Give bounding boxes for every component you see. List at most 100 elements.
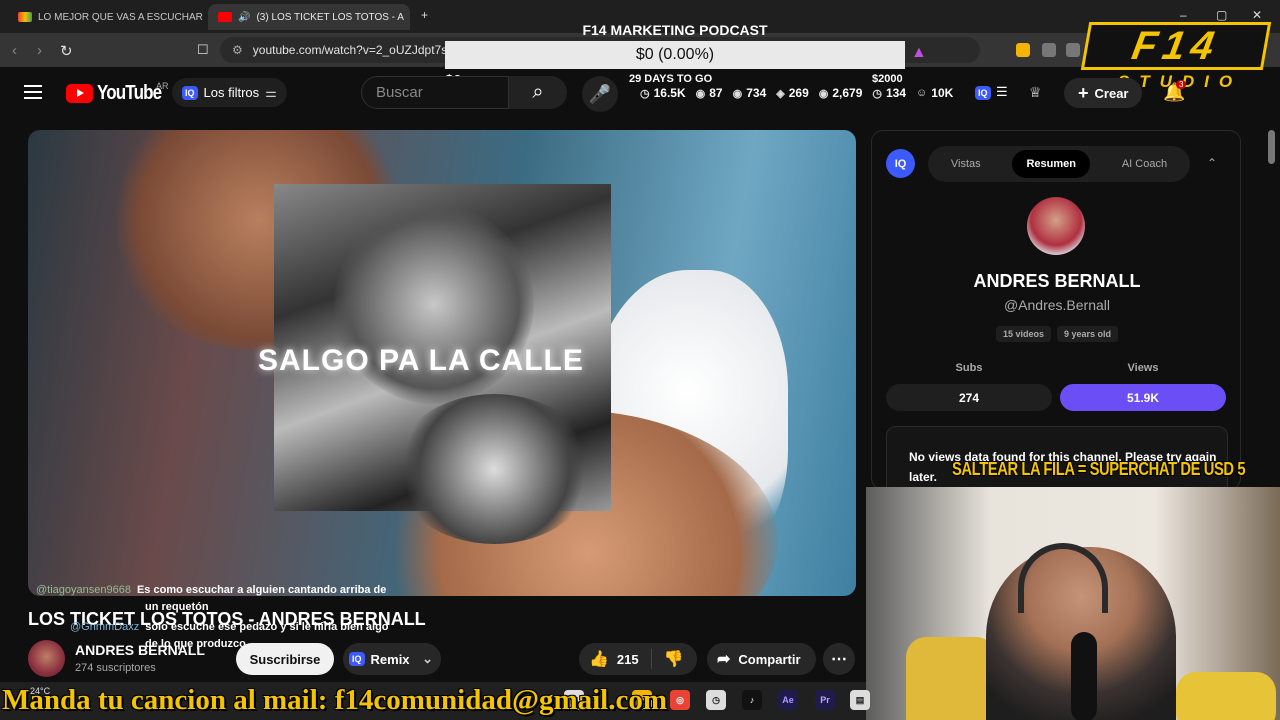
person-icon: ☺ — [916, 87, 928, 99]
thumbs-down-icon[interactable]: 👎 — [652, 649, 684, 669]
channel-name[interactable]: ANDRES BERNALL — [75, 642, 205, 658]
tiktok-icon[interactable]: ♪ — [742, 690, 762, 710]
back-icon[interactable]: ‹ — [12, 42, 17, 59]
calculator-icon[interactable]: ▤ — [850, 690, 870, 710]
chat-username: @tiagoyansen9668 — [36, 584, 131, 596]
goal-target: $2000 — [872, 73, 903, 85]
extension-icon[interactable] — [1016, 43, 1030, 57]
stat-item: ◷ 134 — [872, 86, 906, 100]
bookmark-icon[interactable]: ☐ — [197, 42, 209, 58]
days-left: 29 DAYS TO GO — [629, 73, 713, 85]
remix-label: Remix — [370, 651, 410, 667]
iq-icon[interactable]: IQ — [975, 86, 991, 100]
youtube-icon — [218, 12, 232, 22]
panel-channel-name: ANDRES BERNALL — [973, 271, 1141, 291]
scrollbar[interactable] — [1268, 130, 1275, 164]
podcast-title: F14 MARKETING PODCAST — [582, 22, 768, 38]
inset-baby — [394, 394, 594, 544]
videos-chip: 15 videos — [995, 326, 1051, 342]
remix-button[interactable]: IQ Remix ⌄ — [343, 643, 441, 675]
channel-stats-panel: IQ Vistas Resumen AI Coach ⌃ ANDRES BERN… — [871, 130, 1241, 490]
eye-icon: ◉ — [695, 87, 706, 100]
stat-value: 10K — [931, 86, 954, 100]
webcam-pillow — [1176, 672, 1276, 720]
microphone — [1071, 632, 1097, 720]
stat-value: 269 — [788, 86, 809, 100]
region-code: AR — [156, 81, 169, 91]
camera-icon[interactable] — [1042, 43, 1056, 57]
like-count: 215 — [616, 651, 639, 667]
more-icon: ⋯ — [831, 651, 847, 668]
views-value[interactable]: 51.9K — [1060, 384, 1226, 411]
clock-icon: ◷ — [640, 87, 650, 100]
share-icon: ➦ — [717, 651, 731, 668]
search-icon: ⌕ — [532, 81, 544, 103]
email-ticker: Manda tu cancion al mail: f14comunidad@g… — [2, 684, 667, 716]
share-button[interactable]: ➦ Compartir — [707, 643, 816, 675]
chevron-up-icon[interactable]: ⌃ — [1207, 156, 1217, 170]
subs-label: Subs — [955, 362, 983, 374]
site-info-icon[interactable]: ⚙ — [232, 43, 243, 57]
chevron-down-icon: ⌄ — [422, 651, 433, 666]
panel-channel-handle: @Andres.Bernall — [1003, 297, 1111, 313]
views-label: Views — [1127, 362, 1159, 374]
gmail-icon — [18, 12, 32, 22]
create-button[interactable]: + Crear — [1064, 78, 1143, 108]
age-chip: 9 years old — [1057, 326, 1119, 342]
minimize-icon[interactable]: – — [1180, 8, 1187, 22]
menu-hamburger-icon[interactable] — [24, 85, 42, 99]
subscribe-button[interactable]: Suscribirse — [236, 643, 334, 675]
puzzle-icon[interactable] — [1066, 43, 1080, 57]
plus-icon: + — [1078, 82, 1089, 103]
search-button[interactable]: ⌕ — [509, 76, 567, 109]
brave-icon[interactable]: ▲ — [911, 44, 927, 62]
forward-icon[interactable]: › — [37, 42, 42, 59]
list-icon[interactable]: ☰ — [996, 84, 1008, 100]
like-dislike-group: 👍 215 👎 — [579, 643, 697, 675]
goal-progress-bar: $0 (0.00%) — [445, 41, 905, 69]
subscriber-count: 274 suscriptores — [75, 662, 156, 674]
iq-icon: IQ — [349, 652, 365, 666]
clock-app-icon[interactable]: ◷ — [706, 690, 726, 710]
trophy-icon[interactable]: ♕ — [1029, 84, 1042, 101]
tab-label: LO MEJOR QUE VAS A ESCUCHAR ES — [38, 11, 206, 23]
youtube-play-icon — [66, 84, 93, 103]
chat-username: @GrimmDaxz — [70, 621, 140, 633]
stat-item: ◷ 16.5K — [640, 86, 686, 100]
superchat-banner: SALTEAR LA FILA = SUPERCHAT DE USD 5 — [952, 459, 1246, 479]
iq-icon: IQ — [182, 85, 198, 100]
tab-ai-coach[interactable]: AI Coach — [1108, 150, 1181, 178]
more-actions-button[interactable]: ⋯ — [823, 643, 855, 675]
video-player[interactable]: SALGO PA LA CALLE — [28, 130, 856, 596]
browser-icon[interactable]: ◎ — [670, 690, 690, 710]
voice-search-button[interactable]: 🎤 — [582, 76, 618, 112]
tab-resumen[interactable]: Resumen — [1012, 150, 1091, 178]
channel-avatar[interactable] — [28, 640, 65, 677]
panel-channel-avatar — [1027, 197, 1085, 255]
close-window-icon[interactable]: ✕ — [1252, 8, 1262, 22]
stat-value: 16.5K — [653, 86, 686, 100]
filters-label: Los filtros — [203, 85, 260, 100]
chat-message: @GrimmDaxz solo escuche ese pedazo y si l… — [70, 619, 389, 636]
filters-button[interactable]: IQ Los filtros ⚌ — [172, 78, 287, 107]
stat-value: 134 — [886, 86, 907, 100]
iq-icon[interactable]: IQ — [886, 149, 915, 178]
panel-tabs: Vistas Resumen AI Coach — [928, 146, 1190, 182]
stat-value: 2,679 — [832, 86, 863, 100]
tab-gmail[interactable]: LO MEJOR QUE VAS A ESCUCHAR ES — [8, 4, 206, 30]
stat-item: ◉ 734 — [733, 86, 767, 100]
new-tab-icon[interactable]: + — [421, 8, 428, 22]
maximize-icon[interactable]: ▢ — [1216, 8, 1227, 22]
tab-vistas[interactable]: Vistas — [937, 150, 995, 178]
search-input[interactable]: Buscar — [361, 76, 509, 109]
mic-icon: 🎤 — [588, 83, 612, 104]
stat-value: 87 — [709, 86, 723, 100]
premiere-icon[interactable]: Pr — [815, 690, 835, 710]
eye-icon: ◉ — [818, 87, 829, 100]
reload-icon[interactable]: ↻ — [60, 42, 73, 60]
tab-youtube[interactable]: 🔊 (3) LOS TICKET LOS TOTOS - A ✕ — [208, 4, 410, 30]
tab-label: (3) LOS TICKET LOS TOTOS - A — [256, 11, 404, 23]
subs-value[interactable]: 274 — [886, 384, 1052, 411]
after-effects-icon[interactable]: Ae — [778, 690, 798, 710]
like-button[interactable]: 👍 215 — [579, 649, 652, 669]
